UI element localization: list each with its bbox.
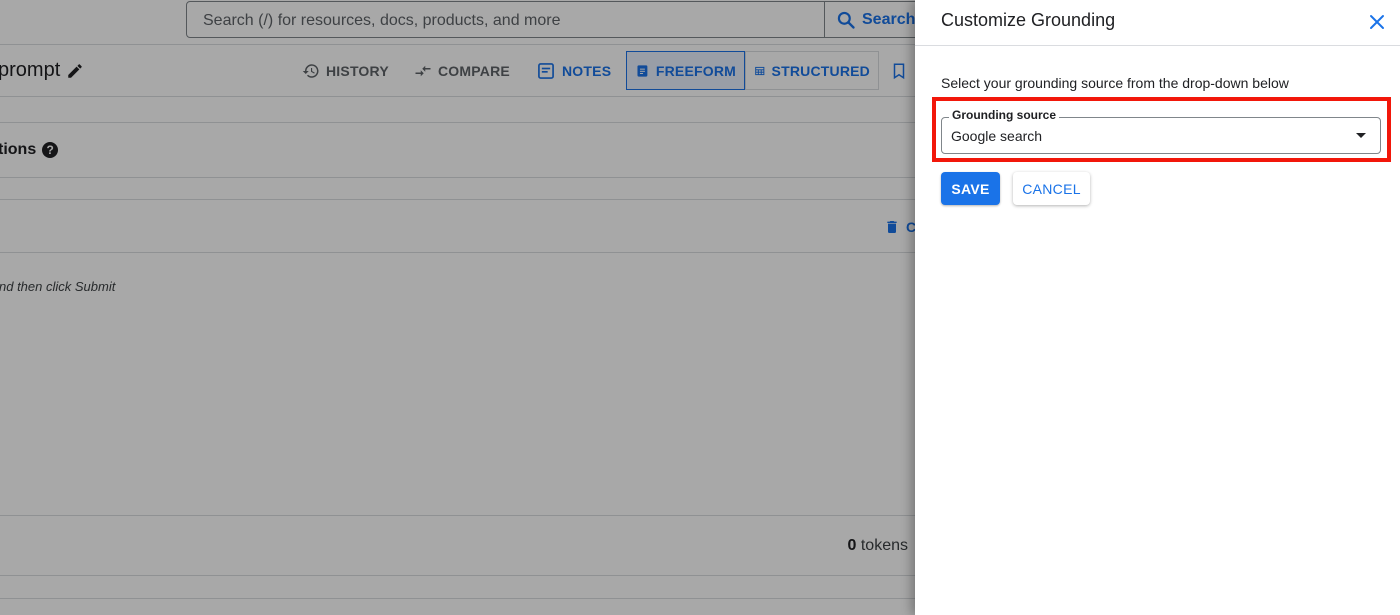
panel-title: Customize Grounding bbox=[941, 10, 1116, 30]
grounding-source-label: Grounding source bbox=[949, 108, 1060, 122]
panel-description: Select your grounding source from the dr… bbox=[941, 75, 1289, 91]
close-icon bbox=[1370, 15, 1384, 29]
close-button[interactable] bbox=[1363, 8, 1391, 36]
save-button[interactable]: SAVE bbox=[941, 172, 1000, 205]
customize-grounding-panel: Customize Grounding Select your groundin… bbox=[915, 0, 1400, 615]
grounding-source-select[interactable]: Grounding source Google search bbox=[941, 108, 1381, 154]
grounding-source-value: Google search bbox=[951, 128, 1043, 144]
cancel-button[interactable]: CANCEL bbox=[1013, 172, 1090, 205]
panel-header: Customize Grounding bbox=[915, 0, 1400, 46]
dropdown-arrow-icon bbox=[1356, 133, 1366, 138]
modal-scrim[interactable] bbox=[0, 0, 915, 615]
